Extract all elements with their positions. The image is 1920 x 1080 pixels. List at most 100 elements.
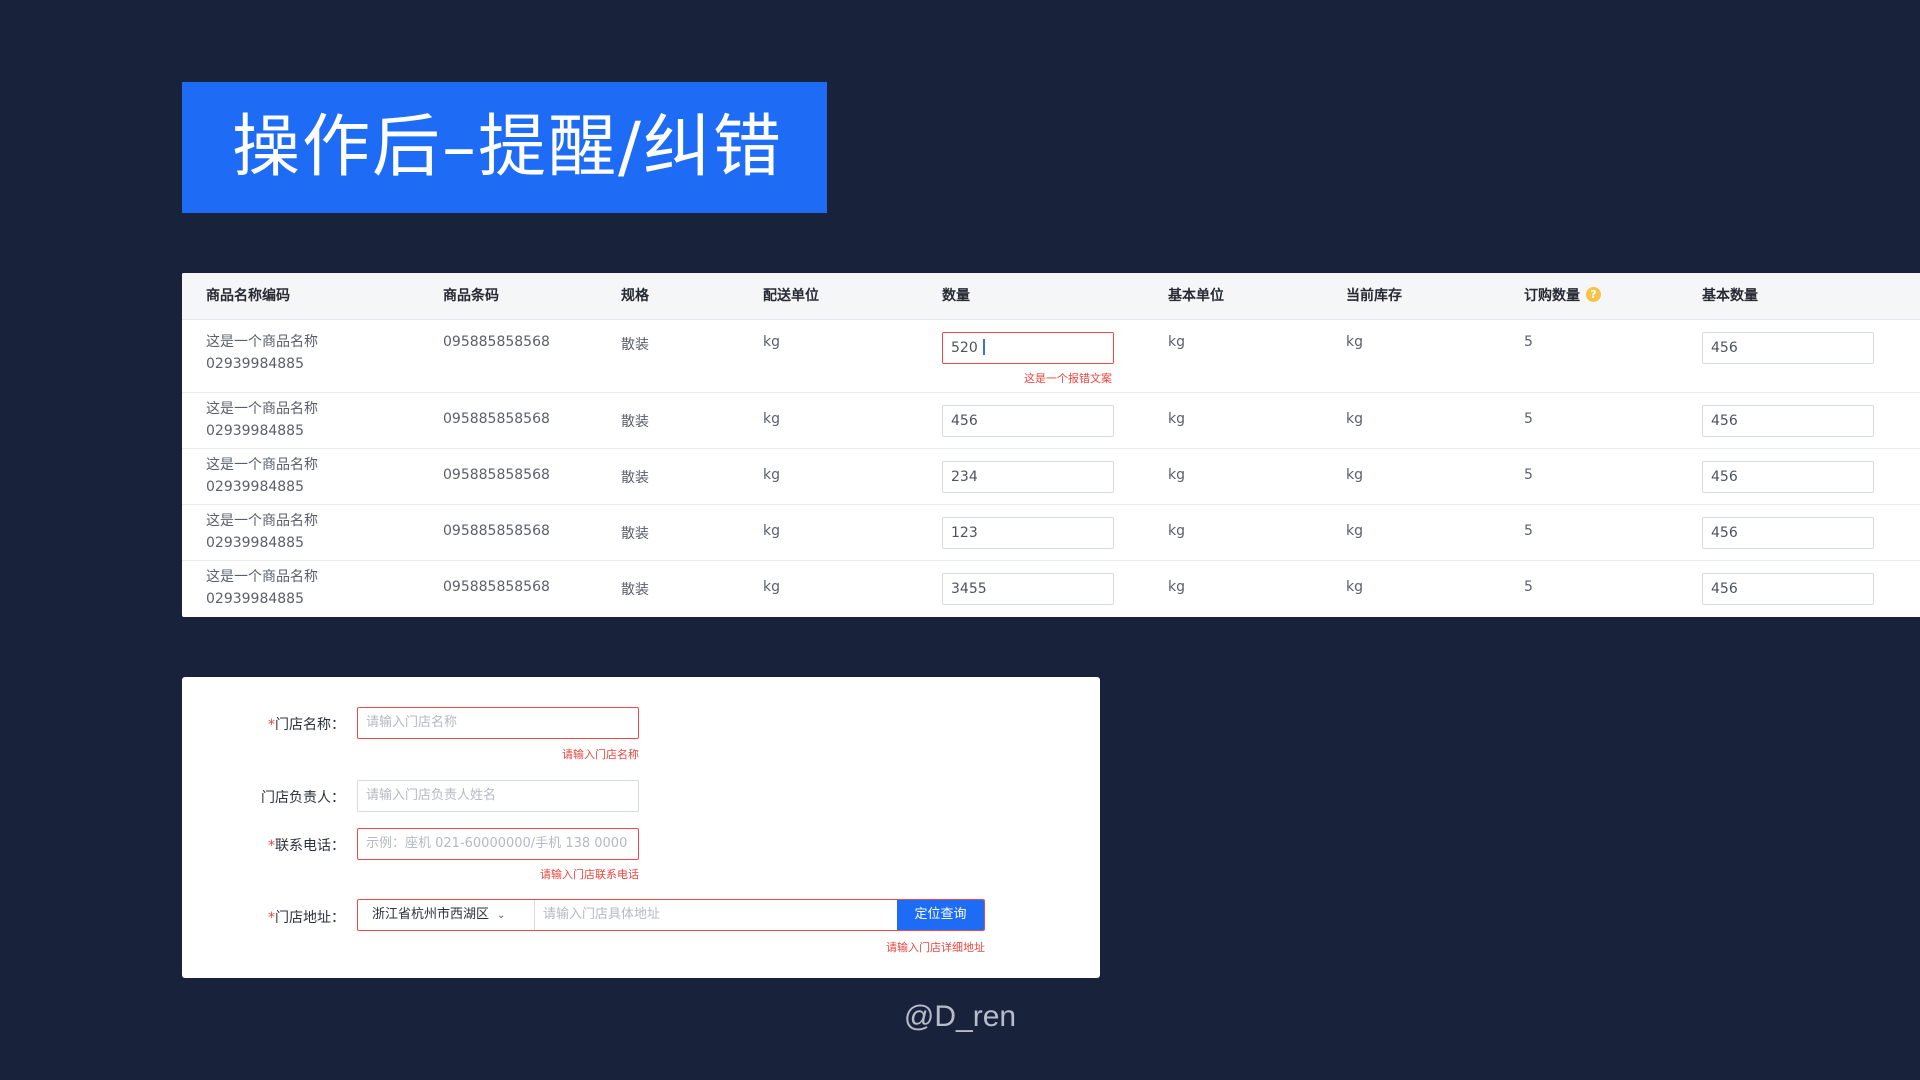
product-name-cell: 这是一个商品名称 02939984885 — [206, 331, 318, 375]
base-qty-input[interactable]: 456 — [1702, 461, 1874, 493]
stock-cell: kg — [1346, 467, 1363, 483]
stock-cell: kg — [1346, 334, 1363, 350]
spec-cell: 散装 — [621, 470, 649, 486]
col-header-order-qty-label: 订购数量 — [1524, 288, 1580, 304]
spec-cell: 散装 — [621, 337, 649, 353]
phone-label: *联系电话： — [268, 835, 345, 855]
region-value: 浙江省杭州市西湖区 — [372, 907, 490, 922]
spec-cell: 散装 — [621, 582, 649, 598]
store-name-label: *门店名称： — [268, 714, 345, 734]
help-icon[interactable]: ? — [1586, 287, 1601, 302]
required-mark: * — [268, 717, 275, 733]
barcode-cell: 095885858568 — [443, 467, 550, 483]
product-name: 这是一个商品名称 — [206, 334, 318, 350]
delivery-unit-cell: kg — [763, 411, 780, 427]
store-name-label-text: 门店名称： — [275, 717, 345, 733]
author-watermark: @D_ren — [903, 1000, 1017, 1033]
table-row: 这是一个商品名称 02939984885 095885858568 散装 kg … — [182, 505, 1920, 561]
quantity-input[interactable]: 123 — [942, 517, 1114, 549]
barcode-cell: 095885858568 — [443, 334, 550, 350]
barcode-cell: 095885858568 — [443, 579, 550, 595]
address-label: *门店地址： — [268, 907, 345, 927]
address-detail-input[interactable]: 请输入门店具体地址 — [535, 900, 898, 930]
store-name-input[interactable]: 请输入门店名称 — [357, 707, 639, 739]
quantity-error-message: 这是一个报错文案 — [1024, 372, 1112, 385]
product-name-cell: 这是一个商品名称 02939984885 — [206, 566, 318, 610]
product-name-cell: 这是一个商品名称 02939984885 — [206, 510, 318, 554]
col-header-name: 商品名称编码 — [206, 288, 290, 304]
store-name-error: 请输入门店名称 — [562, 748, 639, 761]
delivery-unit-cell: kg — [763, 467, 780, 483]
product-name: 这是一个商品名称 — [206, 513, 318, 529]
address-error: 请输入门店详细地址 — [886, 941, 985, 954]
manager-input[interactable]: 请输入门店负责人姓名 — [357, 780, 639, 812]
quantity-value: 520 — [951, 340, 978, 356]
barcode-cell: 095885858568 — [443, 411, 550, 427]
phone-label-text: 联系电话： — [275, 838, 345, 854]
order-qty-cell: 5 — [1524, 411, 1533, 427]
col-header-stock: 当前库存 — [1346, 288, 1402, 304]
page-title: 操作后–提醒/纠错 — [182, 82, 827, 213]
base-qty-input[interactable]: 456 — [1702, 573, 1874, 605]
table-header: 商品名称编码 商品条码 规格 配送单位 数量 基本单位 当前库存 订购数量? 基… — [182, 273, 1920, 320]
spec-cell: 散装 — [621, 526, 649, 542]
product-name: 这是一个商品名称 — [206, 401, 318, 417]
delivery-unit-cell: kg — [763, 523, 780, 539]
col-header-quantity: 数量 — [942, 288, 970, 304]
quantity-input[interactable]: 3455 — [942, 573, 1114, 605]
region-select[interactable]: 浙江省杭州市西湖区 ⌄ — [358, 900, 535, 930]
product-code: 02939984885 — [206, 479, 304, 495]
stock-cell: kg — [1346, 523, 1363, 539]
base-qty-input[interactable]: 456 — [1702, 517, 1874, 549]
table-row: 这是一个商品名称 02939984885 095885858568 散装 kg … — [182, 561, 1920, 617]
quantity-input[interactable]: 520 — [942, 332, 1114, 364]
phone-error: 请输入门店联系电话 — [540, 868, 639, 881]
table-row: 这是一个商品名称 02939984885 095885858568 散装 kg … — [182, 320, 1920, 393]
product-name: 这是一个商品名称 — [206, 569, 318, 585]
stock-cell: kg — [1346, 411, 1363, 427]
col-header-spec: 规格 — [621, 288, 649, 304]
order-qty-cell: 5 — [1524, 523, 1533, 539]
base-unit-cell: kg — [1168, 334, 1185, 350]
store-form: *门店名称： 请输入门店名称 请输入门店名称 门店负责人： 请输入门店负责人姓名… — [182, 677, 1100, 978]
base-unit-cell: kg — [1168, 523, 1185, 539]
product-name-cell: 这是一个商品名称 02939984885 — [206, 454, 318, 498]
base-qty-input[interactable]: 456 — [1702, 332, 1874, 364]
base-unit-cell: kg — [1168, 467, 1185, 483]
delivery-unit-cell: kg — [763, 334, 780, 350]
text-caret — [982, 339, 985, 355]
col-header-barcode: 商品条码 — [443, 288, 499, 304]
locate-search-button[interactable]: 定位查询 — [897, 900, 984, 930]
required-mark: * — [268, 838, 275, 854]
product-code: 02939984885 — [206, 535, 304, 551]
base-unit-cell: kg — [1168, 579, 1185, 595]
phone-input[interactable]: 示例：座机 021-60000000/手机 138 0000 — [357, 828, 639, 860]
product-code: 02939984885 — [206, 423, 304, 439]
stock-cell: kg — [1346, 579, 1363, 595]
order-qty-cell: 5 — [1524, 579, 1533, 595]
col-header-delivery-unit: 配送单位 — [763, 288, 819, 304]
required-mark: * — [268, 910, 275, 926]
chevron-down-icon: ⌄ — [497, 910, 506, 921]
order-qty-cell: 5 — [1524, 334, 1533, 350]
product-name: 这是一个商品名称 — [206, 457, 318, 473]
table-row: 这是一个商品名称 02939984885 095885858568 散装 kg … — [182, 449, 1920, 505]
product-table: 商品名称编码 商品条码 规格 配送单位 数量 基本单位 当前库存 订购数量? 基… — [182, 273, 1920, 617]
barcode-cell: 095885858568 — [443, 523, 550, 539]
col-header-base-qty: 基本数量 — [1702, 288, 1758, 304]
quantity-input[interactable]: 234 — [942, 461, 1114, 493]
product-name-cell: 这是一个商品名称 02939984885 — [206, 398, 318, 442]
product-code: 02939984885 — [206, 356, 304, 372]
delivery-unit-cell: kg — [763, 579, 780, 595]
order-qty-cell: 5 — [1524, 467, 1533, 483]
address-label-text: 门店地址： — [275, 910, 345, 926]
quantity-input[interactable]: 456 — [942, 405, 1114, 437]
base-unit-cell: kg — [1168, 411, 1185, 427]
product-code: 02939984885 — [206, 591, 304, 607]
spec-cell: 散装 — [621, 414, 649, 430]
base-qty-input[interactable]: 456 — [1702, 405, 1874, 437]
table-row: 这是一个商品名称 02939984885 095885858568 散装 kg … — [182, 393, 1920, 449]
col-header-base-unit: 基本单位 — [1168, 288, 1224, 304]
col-header-order-qty: 订购数量? — [1524, 273, 1601, 320]
manager-label: 门店负责人： — [261, 790, 345, 806]
